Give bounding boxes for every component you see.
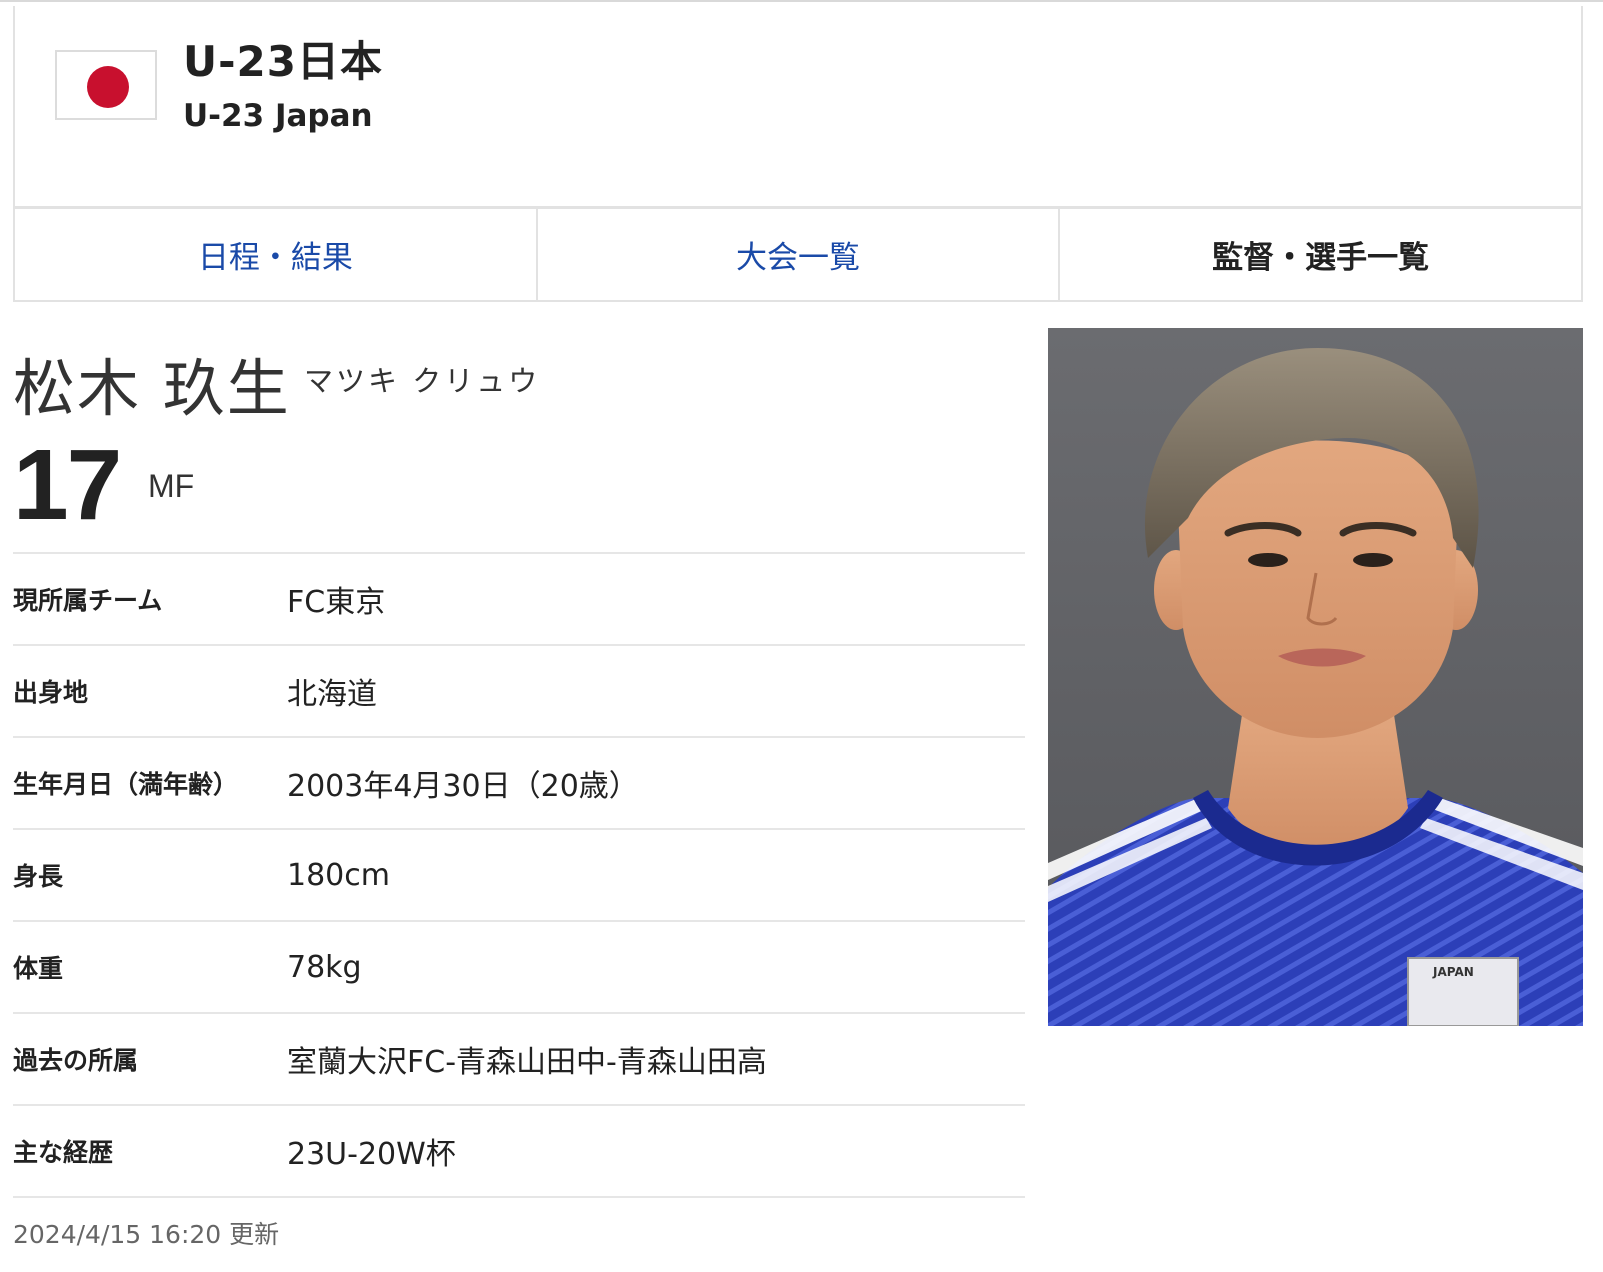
row-value: 2003年4月30日（20歳） [287,769,639,804]
row-label: 主な経歴 [13,1138,114,1167]
row-value: 北海道 [287,677,377,712]
tab-staff-players[interactable]: 監督・選手一覧 [1060,209,1581,300]
profile-row-past-teams: 過去の所属 室蘭大沢FC-青森山田中-青森山田高 [13,1014,1025,1106]
profile-row-weight: 体重 78kg [13,922,1025,1014]
player-portrait-illustration: JAPAN [1048,348,1583,1026]
team-name-ja: U-23日本 [183,37,383,86]
tab-schedule-results[interactable]: 日程・結果 [15,209,538,300]
row-label: 身長 [13,862,64,891]
row-label: 出身地 [13,678,89,707]
profile-row-hometown: 出身地 北海道 [13,646,1025,738]
profile-table: 現所属チーム FC東京 出身地 北海道 生年月日（満年齢） 2003年4月30日… [13,552,1025,1198]
row-label: 体重 [13,954,64,983]
svg-text:JAPAN: JAPAN [1432,965,1474,979]
team-name-en: U-23 Japan [183,98,373,134]
team-tabs: 日程・結果 大会一覧 監督・選手一覧 [13,206,1583,302]
tab-tournaments[interactable]: 大会一覧 [538,209,1061,300]
row-value: 室蘭大沢FC-青森山田中-青森山田高 [287,1045,767,1080]
row-value: 180cm [287,857,390,893]
row-value: 23U-20W杯 [287,1137,456,1172]
profile-row-birthdate: 生年月日（満年齢） 2003年4月30日（20歳） [13,738,1025,830]
flag-sun-disc [87,66,129,108]
player-photo: JAPAN [1048,328,1583,1026]
profile-row-team: 現所属チーム FC東京 [13,554,1025,646]
player-name: 松木 玖生 [13,352,291,425]
japan-flag-icon [55,50,157,120]
profile-row-height: 身長 180cm [13,830,1025,922]
player-position: MF [148,468,195,504]
player-name-kana: マツキ クリュウ [304,364,541,398]
row-label: 生年月日（満年齢） [13,770,239,799]
team-header: U-23日本 U-23 Japan [13,6,1583,206]
profile-row-career: 主な経歴 23U-20W杯 [13,1106,1025,1198]
player-number: 17 [13,429,122,541]
row-label: 過去の所属 [13,1046,139,1075]
row-value: 78kg [287,949,362,985]
row-value: FC東京 [287,585,386,620]
updated-timestamp: 2024/4/15 16:20 更新 [13,1220,280,1249]
row-label: 現所属チーム [13,586,163,615]
